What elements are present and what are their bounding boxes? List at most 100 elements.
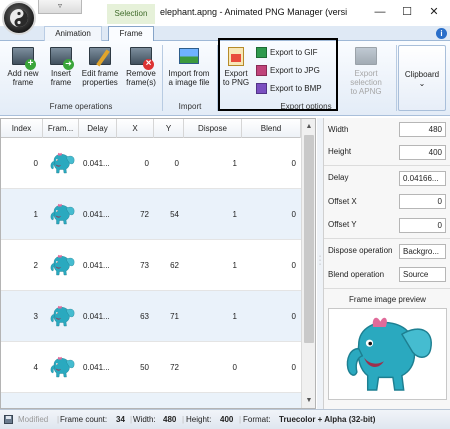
close-button[interactable]: ✕ (422, 2, 446, 22)
frames-table[interactable]: Index Fram... Delay X Y Dispose Blend 0 … (0, 118, 316, 409)
cell-y: 72 (170, 363, 179, 372)
frame-thumbnail (47, 301, 77, 331)
width-status-value: 480 (163, 415, 177, 424)
frame-properties-panel: Width 480 Height 400 Delay 0.04166... Of… (323, 118, 450, 409)
export-apng-label-1: Export selection (350, 69, 382, 87)
insert-frame-label-2: frame (50, 78, 72, 87)
dispose-operation-field[interactable]: Backgro... (399, 244, 446, 259)
column-header-blend[interactable]: Blend (242, 119, 301, 138)
export-to-jpg-button[interactable]: Export to JPG (256, 64, 320, 78)
scroll-down-icon[interactable]: ▼ (302, 393, 315, 408)
add-new-frame-label-1: Add new (7, 69, 39, 78)
export-to-png-button[interactable]: Export to PNG (220, 45, 252, 101)
divider (324, 238, 450, 239)
help-icon[interactable]: i (436, 28, 447, 39)
cell-delay: 0.041... (83, 363, 110, 372)
cell-blend: 0 (291, 159, 296, 168)
image-file-icon (178, 47, 200, 67)
edit-frame-properties-button[interactable]: Edit frame properties (78, 45, 122, 101)
minimize-button[interactable]: — (368, 2, 392, 22)
table-header: Index Fram... Delay X Y Dispose Blend (1, 119, 301, 138)
clipboard-button[interactable]: Clipboard ⌄ (398, 45, 446, 111)
width-status-label: Width: (133, 415, 156, 424)
app-logo-icon (10, 9, 28, 27)
cell-dispose: 1 (232, 159, 237, 168)
import-label-1: Import from (168, 69, 210, 78)
offset-x-label: Offset X (328, 197, 357, 206)
cell-index: 2 (33, 261, 38, 270)
clipboard-label: Clipboard (404, 70, 440, 79)
blend-operation-field[interactable]: Source (399, 267, 446, 282)
remove-frames-button[interactable]: × Remove frame(s) (122, 45, 160, 101)
table-row[interactable]: 1 0.041... 72 54 1 0 (1, 189, 301, 240)
column-header-dispose[interactable]: Dispose (184, 119, 242, 138)
group-label-export-options: Export options (280, 102, 332, 111)
cell-x: 73 (140, 261, 149, 270)
gif-icon (256, 47, 267, 59)
cell-dispose: 1 (232, 210, 237, 219)
splitter-grip-icon[interactable]: · · · (318, 253, 322, 268)
cell-delay: 0.041... (83, 312, 110, 321)
ribbon-tab-strip: Animation Frame i (0, 26, 450, 42)
contextual-tab-selection[interactable]: Selection (107, 4, 155, 24)
table-row[interactable]: 4 0.041... 50 72 0 0 (1, 342, 301, 393)
status-divider: | (130, 415, 133, 424)
export-to-gif-button[interactable]: Export to GIF (256, 46, 318, 60)
scroll-up-icon[interactable]: ▲ (302, 119, 315, 135)
column-header-index[interactable]: Index (1, 119, 43, 138)
table-row[interactable] (1, 393, 301, 408)
cell-y: 0 (174, 159, 179, 168)
scrollbar-thumb[interactable] (304, 135, 314, 343)
export-to-bmp-button[interactable]: Export to BMP (256, 82, 322, 96)
group-label-import: Import (178, 102, 202, 111)
dispose-operation-label: Dispose operation (328, 246, 393, 255)
table-row[interactable]: 2 0.041... 73 62 1 0 (1, 240, 301, 291)
cell-blend: 0 (291, 210, 296, 219)
height-status-label: Height: (186, 415, 212, 424)
clipboard-icon (411, 54, 433, 68)
cell-blend: 0 (291, 312, 296, 321)
column-header-y[interactable]: Y (154, 119, 184, 138)
add-frame-icon: + (12, 47, 36, 70)
delay-field[interactable]: 0.04166... (399, 171, 446, 186)
offset-y-field[interactable]: 0 (399, 218, 446, 233)
table-vertical-scrollbar[interactable]: ▲ ▼ (301, 119, 315, 408)
export-bmp-label: Export to BMP (270, 84, 322, 93)
table-row[interactable]: 3 0.041... 63 71 1 0 (1, 291, 301, 342)
column-header-frame[interactable]: Fram... (43, 119, 79, 138)
column-header-x[interactable]: X (117, 119, 154, 138)
import-label-2: a image file (168, 78, 210, 87)
frame-image-preview (328, 308, 447, 400)
tab-frame[interactable]: Frame (108, 26, 154, 42)
height-label: Height (328, 147, 352, 156)
export-png-label-1: Export (224, 69, 248, 78)
apng-export-icon (355, 47, 377, 67)
cell-index: 3 (33, 312, 38, 321)
table-row[interactable]: 0 0.041... 0 0 1 0 (1, 138, 301, 189)
cell-x: 50 (140, 363, 149, 372)
remove-frames-label-2: frame(s) (126, 78, 156, 87)
import-from-image-file-button[interactable]: Import from a image file (164, 45, 214, 101)
ribbon-separator (396, 45, 397, 111)
add-new-frame-button[interactable]: + Add new frame (2, 45, 44, 101)
cell-x: 63 (140, 312, 149, 321)
column-header-delay[interactable]: Delay (79, 119, 117, 138)
cell-y: 62 (170, 261, 179, 270)
export-png-label-2: to PNG (222, 78, 250, 87)
width-field[interactable]: 480 (399, 122, 446, 137)
divider (324, 288, 450, 289)
modified-indicator: Modified (18, 415, 49, 424)
offset-y-label: Offset Y (328, 220, 357, 229)
delay-label: Delay (328, 173, 349, 182)
close-icon: ✕ (429, 6, 439, 18)
cell-dispose: 1 (232, 312, 237, 321)
export-selection-to-apng-button[interactable]: Export selection to APNG (338, 45, 394, 101)
maximize-button[interactable]: ☐ (395, 2, 419, 22)
tab-animation[interactable]: Animation (44, 26, 102, 41)
insert-frame-button[interactable]: ➜ Insert frame (44, 45, 78, 101)
app-menu-button[interactable] (2, 1, 36, 35)
quick-access-toolbar[interactable]: ▿ (38, 0, 82, 14)
offset-x-field[interactable]: 0 (399, 194, 446, 209)
cell-delay: 0.041... (83, 210, 110, 219)
height-field[interactable]: 400 (399, 145, 446, 160)
